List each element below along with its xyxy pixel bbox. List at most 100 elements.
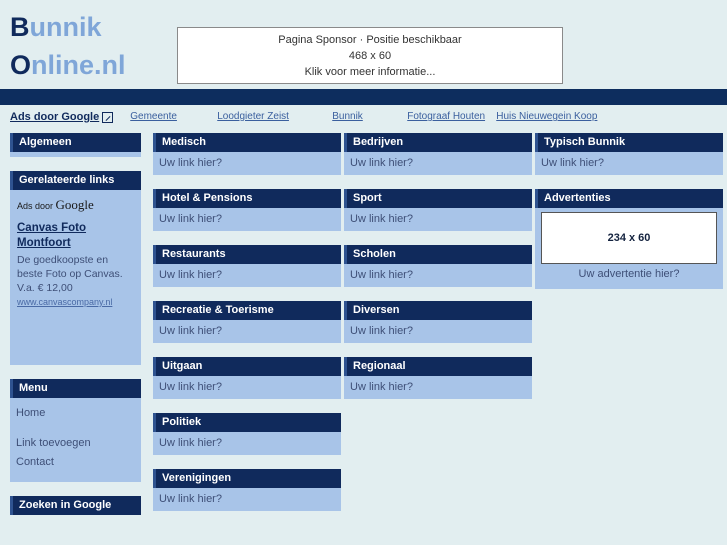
link-placeholder[interactable]: Uw link hier? <box>159 268 335 282</box>
category-panel: Restaurants Uw link hier? <box>153 245 341 287</box>
ads-bar-link[interactable]: Fotograaf Houten <box>407 111 485 122</box>
panel-title-typisch-bunnik: Typisch Bunnik <box>535 133 723 152</box>
menu-item[interactable]: Link toevoegen <box>16 434 135 453</box>
ads-bar-link[interactable]: Gemeente <box>130 111 177 122</box>
link-placeholder[interactable]: Uw link hier? <box>159 380 335 394</box>
link-placeholder[interactable]: Uw link hier? <box>159 324 335 338</box>
link-placeholder[interactable]: Uw link hier? <box>350 380 526 394</box>
panel-title-advertenties: Advertenties <box>535 189 723 208</box>
category-panel: Medisch Uw link hier? <box>153 133 341 175</box>
ads-bar-link[interactable]: Huis Nieuwegein Koop <box>496 111 597 122</box>
category-title: Hotel & Pensions <box>153 189 341 208</box>
category-panel: Diversen Uw link hier? <box>344 301 532 343</box>
navy-divider-bar <box>0 89 727 105</box>
link-placeholder[interactable]: Uw link hier? <box>159 436 335 450</box>
logo-rest-online: nline.nl <box>31 50 126 80</box>
category-body: Uw link hier? <box>344 152 532 175</box>
link-placeholder[interactable]: Uw link hier? <box>159 492 335 506</box>
category-panel: Verenigingen Uw link hier? <box>153 469 341 511</box>
panel-body-advertenties: 234 x 60 Uw advertentie hier? <box>535 208 723 289</box>
category-title: Bedrijven <box>344 133 532 152</box>
category-column-three: Typisch Bunnik Uw link hier? Advertentie… <box>535 133 723 303</box>
menu-body: Home Link toevoegen Contact <box>10 398 141 482</box>
menu-item[interactable]: Contact <box>16 453 135 472</box>
category-panel: Sport Uw link hier? <box>344 189 532 231</box>
category-panel: Bedrijven Uw link hier? <box>344 133 532 175</box>
sidebar-ad-description: De goedkoopste en beste Foto op Canvas. … <box>17 254 123 294</box>
category-title: Sport <box>344 189 532 208</box>
external-link-icon <box>102 111 114 123</box>
link-placeholder[interactable]: Uw link hier? <box>350 324 526 338</box>
category-body: Uw link hier? <box>153 488 341 511</box>
panel-zoeken-in-google: Zoeken in Google <box>10 496 141 515</box>
link-placeholder[interactable]: Uw link hier? <box>350 268 526 282</box>
category-panel: Recreatie & Toerisme Uw link hier? <box>153 301 341 343</box>
category-body: Uw link hier? <box>153 152 341 175</box>
panel-menu: Menu Home Link toevoegen Contact <box>10 379 141 482</box>
panel-title-zoeken-in-google: Zoeken in Google <box>10 496 141 515</box>
sponsor-line-1: Pagina Sponsor · Positie beschikbaar <box>278 33 462 46</box>
category-title: Medisch <box>153 133 341 152</box>
ads-by-google-brand: Ads door Google <box>17 197 134 213</box>
sponsor-banner[interactable]: Pagina Sponsor · Positie beschikbaar 468… <box>177 27 563 84</box>
link-placeholder[interactable]: Uw link hier? <box>350 156 526 170</box>
logo-cap-o: O <box>10 50 32 80</box>
category-body: Uw link hier? <box>344 320 532 343</box>
google-wordmark: Google <box>55 197 94 212</box>
category-body: Uw link hier? <box>153 208 341 231</box>
category-body: Uw link hier? <box>344 208 532 231</box>
ads-by-google-label[interactable]: Ads door Google <box>10 111 114 123</box>
logo-line-1: Bunnik <box>10 8 126 46</box>
category-title: Scholen <box>344 245 532 264</box>
category-column-two: Bedrijven Uw link hier? Sport Uw link hier?… <box>344 133 532 413</box>
category-panel: Hotel & Pensions Uw link hier? <box>153 189 341 231</box>
panel-title-menu: Menu <box>10 379 141 398</box>
category-title: Uitgaan <box>153 357 341 376</box>
category-body: Uw link hier? <box>153 376 341 399</box>
menu-item[interactable]: Home <box>16 404 135 423</box>
category-panel: Politiek Uw link hier? <box>153 413 341 455</box>
sidebar-ad-url[interactable]: www.canvascompany.nl <box>17 295 134 309</box>
logo-rest-bunnik: unnik <box>29 12 102 42</box>
page-header: Bunnik Online.nl Pagina Sponsor · Positi… <box>0 0 727 105</box>
category-body: Uw link hier? <box>153 264 341 287</box>
main-content: Algemeen Gerelateerde links Ads door Goo… <box>0 133 727 545</box>
category-title: Verenigingen <box>153 469 341 488</box>
link-placeholder[interactable]: Uw link hier? <box>350 212 526 226</box>
category-title: Recreatie & Toerisme <box>153 301 341 320</box>
ads-by-google-text: Ads door Google <box>10 111 100 123</box>
ads-bar-link[interactable]: Loodgieter Zeist <box>217 111 289 122</box>
google-ads-bar: Ads door Google Gemeente Loodgieter Zeist… <box>0 105 727 129</box>
logo-cap-b: B <box>10 12 30 42</box>
category-column-one: Medisch Uw link hier? Hotel & Pensions Uw l… <box>153 133 341 525</box>
panel-body-typisch-bunnik: Uw link hier? <box>535 152 723 175</box>
advert-caption[interactable]: Uw advertentie hier? <box>541 264 717 284</box>
menu-spacer <box>16 423 135 434</box>
sponsor-line-2: 468 x 60 <box>348 49 392 62</box>
sidebar-ad-title-line2[interactable]: Montfoort <box>17 236 134 251</box>
panel-advertenties: Advertenties 234 x 60 Uw advertentie hie… <box>535 189 723 289</box>
sidebar-ad-title-line1[interactable]: Canvas Foto <box>17 221 134 236</box>
site-logo[interactable]: Bunnik Online.nl <box>10 8 126 84</box>
panel-title-gerelateerde-links: Gerelateerde links <box>10 171 141 190</box>
ads-brand-prefix: Ads door <box>17 201 56 211</box>
link-placeholder[interactable]: Uw link hier? <box>159 156 335 170</box>
category-title: Diversen <box>344 301 532 320</box>
panel-gerelateerde-links: Gerelateerde links Ads door Google Canva… <box>10 171 141 365</box>
category-title: Restaurants <box>153 245 341 264</box>
panel-algemeen: Algemeen <box>10 133 141 157</box>
link-placeholder[interactable]: Uw link hier? <box>159 212 335 226</box>
panel-title-algemeen: Algemeen <box>10 133 141 152</box>
category-title: Regionaal <box>344 357 532 376</box>
advert-slot-234x60[interactable]: 234 x 60 <box>541 212 717 264</box>
category-panel: Scholen Uw link hier? <box>344 245 532 287</box>
link-placeholder[interactable]: Uw link hier? <box>541 156 717 170</box>
logo-line-2: Online.nl <box>10 46 126 84</box>
ads-bar-links: Gemeente Loodgieter Zeist Bunnik Fotograaf … <box>113 109 713 125</box>
ads-bar-link[interactable]: Bunnik <box>332 111 363 122</box>
category-body: Uw link hier? <box>344 264 532 287</box>
panel-typisch-bunnik: Typisch Bunnik Uw link hier? <box>535 133 723 175</box>
sponsor-line-3: Klik voor meer informatie... <box>304 65 436 78</box>
category-panel: Regionaal Uw link hier? <box>344 357 532 399</box>
panel-body-algemeen <box>10 152 141 157</box>
